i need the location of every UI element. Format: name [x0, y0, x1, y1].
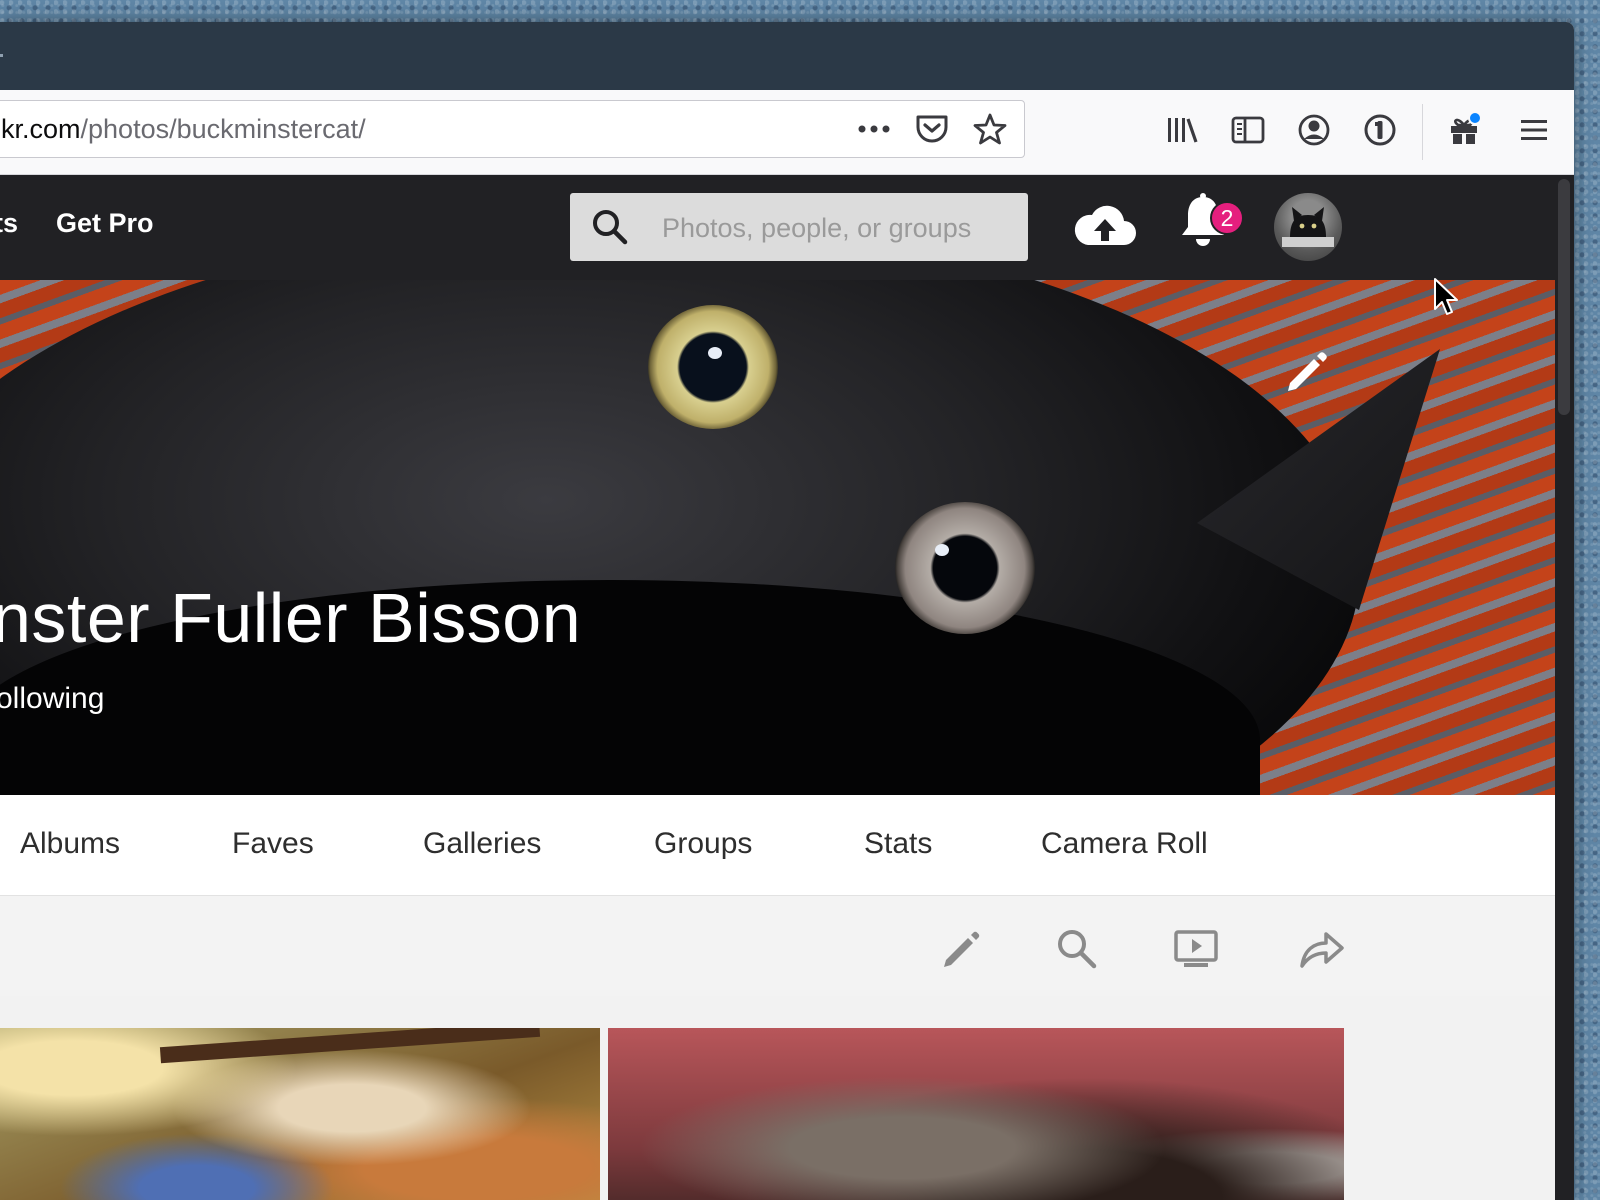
password-manager-icon[interactable] [1358, 108, 1402, 152]
page-viewport: ts Get Pro 2 [0, 175, 1574, 1200]
sidebar-icon[interactable] [1226, 108, 1270, 152]
menu-icon[interactable] [1512, 108, 1556, 152]
photo-thumbnail[interactable] [0, 1028, 600, 1200]
profile-name: nster Fuller Bisson [0, 579, 582, 657]
cat-eye [648, 305, 778, 429]
tab-faves[interactable]: Faves [232, 827, 314, 861]
page-scrollbar[interactable] [1555, 175, 1574, 1200]
tab-strip [0, 22, 1574, 90]
tab-camera-roll[interactable]: Camera Roll [1041, 827, 1208, 861]
share-icon[interactable] [1296, 926, 1344, 974]
library-icon[interactable] [1160, 108, 1204, 152]
avatar[interactable] [1274, 193, 1342, 261]
address-bar[interactable]: kr.com/photos/buckminstercat/ [0, 100, 1025, 158]
upload-cloud-icon[interactable] [1070, 193, 1140, 255]
browser-window: kr.com/photos/buckminstercat/ s Get Pro … [0, 22, 1574, 1200]
profile-following-link[interactable]: ollowing [0, 682, 104, 716]
photo-thumbnail[interactable] [608, 1028, 1344, 1200]
toolbar-separator [1422, 104, 1423, 160]
mouse-cursor [1432, 277, 1462, 317]
notification-dot [1468, 111, 1482, 125]
photostream-toolbar [0, 896, 1555, 996]
slideshow-icon[interactable] [1172, 926, 1220, 974]
search-box[interactable] [570, 193, 1028, 261]
profile-subnav: Albums Faves Galleries Groups Stats Came… [0, 795, 1555, 896]
nav-get-pro[interactable]: Get Pro [56, 208, 154, 239]
url-text[interactable]: kr.com/photos/buckminstercat/ [1, 114, 366, 145]
edit-cover-pencil-icon[interactable] [1280, 345, 1332, 397]
tab-galleries[interactable]: Galleries [423, 827, 541, 861]
gift-icon[interactable] [1442, 108, 1486, 152]
url-domain: kr.com [1, 114, 81, 144]
cover-photo: nster Fuller Bisson ollowing [0, 280, 1555, 795]
site-header: ts Get Pro 2 [0, 175, 1574, 280]
navigation-toolbar: kr.com/photos/buckminstercat/ [0, 90, 1574, 175]
page-actions-icon[interactable] [852, 109, 896, 149]
cat-eye [895, 502, 1035, 634]
scrollbar-thumb[interactable] [1558, 179, 1570, 415]
search-icon[interactable] [1054, 926, 1102, 974]
tab-albums[interactable]: Albums [20, 827, 120, 861]
account-icon[interactable] [1292, 108, 1336, 152]
notification-badge: 2 [1210, 201, 1244, 235]
bookmark-star-icon[interactable] [968, 109, 1012, 149]
tab-stats[interactable]: Stats [864, 827, 932, 861]
tab-groups[interactable]: Groups [654, 827, 752, 861]
pocket-icon[interactable] [910, 109, 954, 149]
tab-edge [0, 54, 3, 57]
url-path: /photos/buckminstercat/ [80, 114, 366, 144]
edit-pencil-icon[interactable] [938, 926, 986, 974]
nav-item-partial[interactable]: ts [0, 208, 18, 239]
search-input[interactable] [660, 207, 1014, 249]
search-icon [590, 207, 630, 252]
